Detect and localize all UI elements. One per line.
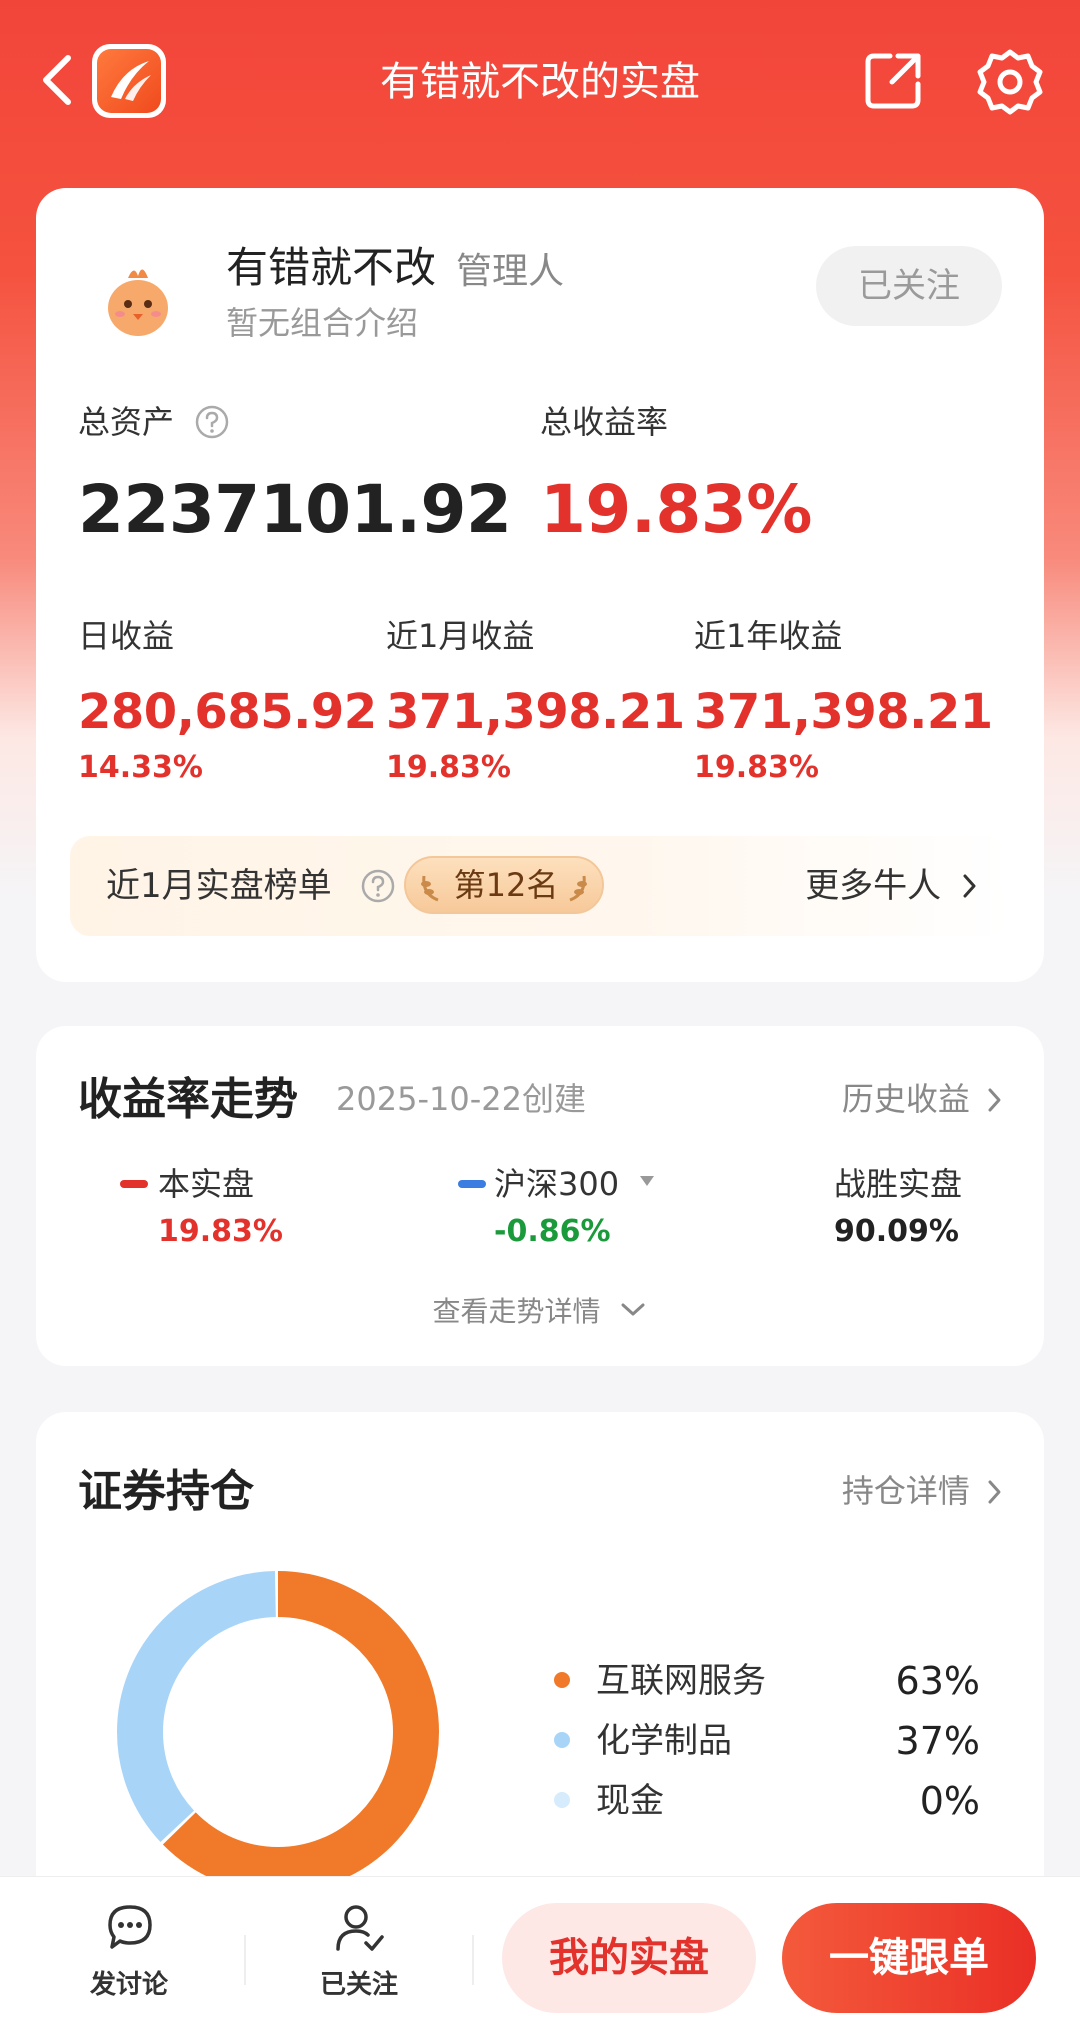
- allocation-pct-chemical: 37%: [895, 1719, 980, 1763]
- share-icon[interactable]: [862, 50, 924, 112]
- manager-name[interactable]: 有错就不改: [226, 238, 436, 298]
- back-arrow-icon[interactable]: [38, 52, 78, 108]
- more-experts-link[interactable]: 更多牛人: [805, 864, 980, 908]
- more-experts-label: 更多牛人: [805, 866, 942, 906]
- benchmark-selector[interactable]: 沪深300: [494, 1162, 657, 1206]
- allocation-pct-internet: 63%: [895, 1659, 980, 1703]
- total-assets-label: 总资产: [78, 403, 175, 441]
- help-icon[interactable]: [360, 868, 396, 904]
- total-return-label: 总收益率: [540, 403, 669, 441]
- holdings-detail-link[interactable]: 持仓详情: [842, 1466, 1004, 1516]
- holdings-title: 证券持仓: [78, 1466, 254, 1517]
- copy-trade-button[interactable]: 一键跟单: [782, 1903, 1036, 2013]
- year-return-value: 371,398.21: [694, 684, 993, 740]
- followed-button[interactable]: 已关注: [284, 1903, 434, 2013]
- followed-label: 已关注: [319, 1970, 398, 2000]
- chevron-right-icon: [988, 1088, 1001, 1112]
- allocation-donut-chart[interactable]: [108, 1562, 448, 1902]
- total-assets-value: 2237101.92: [78, 471, 512, 548]
- bottom-action-bar: 发讨论 已关注 我的实盘 一键跟单: [0, 1876, 1080, 2040]
- series-marker-portfolio: [120, 1180, 148, 1188]
- chevron-right-icon: [963, 874, 976, 898]
- year-return-label: 近1年收益: [694, 617, 843, 655]
- avatar[interactable]: [86, 248, 190, 352]
- series-label-portfolio: 本实盘: [158, 1165, 255, 1203]
- divider: [472, 1935, 474, 1985]
- laurel-right-icon: [569, 875, 587, 902]
- holdings-detail-label: 持仓详情: [841, 1472, 970, 1510]
- total-return-value: 19.83%: [540, 471, 812, 548]
- beat-label: 战胜实盘: [834, 1165, 963, 1203]
- manager-role: 管理人: [456, 251, 565, 292]
- year-return-pct: 19.83%: [694, 750, 819, 785]
- ranking-banner[interactable]: 近1月实盘榜单 第12名 更多牛人: [70, 836, 1010, 936]
- month-return-label: 近1月收益: [386, 617, 535, 655]
- portfolio-intro: 暂无组合介绍: [226, 304, 419, 342]
- beat-value: 90.09%: [834, 1214, 959, 1249]
- my-portfolio-button[interactable]: 我的实盘: [502, 1903, 756, 2013]
- series-label-benchmark: 沪深300: [494, 1165, 620, 1203]
- top-bar: 有错就不改的实盘: [0, 0, 1080, 170]
- allocation-dot-internet: [554, 1672, 570, 1688]
- gear-icon[interactable]: [976, 48, 1044, 116]
- chevron-down-icon: [621, 1303, 645, 1316]
- history-returns-link[interactable]: 历史收益: [842, 1074, 1004, 1124]
- user-check-icon: [336, 1905, 384, 1951]
- app-logo-icon[interactable]: [92, 44, 166, 118]
- ranking-title: 近1月实盘榜单: [106, 866, 332, 906]
- chat-bubble-icon: [108, 1905, 152, 1949]
- view-trend-details[interactable]: 查看走势详情: [36, 1290, 1044, 1334]
- follow-button[interactable]: 已关注: [816, 246, 1002, 326]
- daily-return-pct: 14.33%: [78, 750, 203, 785]
- daily-return-label: 日收益: [78, 617, 175, 655]
- return-trend-card: 收益率走势 2025-10-22创建 历史收益 本实盘 19.83% 沪深300…: [36, 1026, 1044, 1366]
- divider: [244, 1935, 246, 1985]
- series-value-benchmark: -0.86%: [494, 1214, 611, 1249]
- chevron-right-icon: [988, 1480, 1001, 1504]
- caret-down-icon: [640, 1176, 655, 1186]
- rank-badge: 第12名: [404, 856, 604, 914]
- month-return-value: 371,398.21: [386, 684, 685, 740]
- history-returns-label: 历史收益: [841, 1080, 970, 1118]
- view-trend-label: 查看走势详情: [432, 1295, 601, 1328]
- discuss-label: 发讨论: [89, 1970, 168, 2000]
- daily-return-value: 280,685.92: [78, 684, 377, 740]
- help-icon[interactable]: [194, 404, 230, 440]
- discuss-button[interactable]: 发讨论: [54, 1903, 204, 2013]
- series-marker-benchmark: [458, 1180, 486, 1188]
- allocation-dot-cash: [554, 1792, 570, 1808]
- series-value-portfolio: 19.83%: [158, 1214, 283, 1249]
- trend-title: 收益率走势: [78, 1074, 298, 1125]
- created-date: 2025-10-22创建: [336, 1080, 586, 1118]
- portfolio-summary-card: 有错就不改 管理人 暂无组合介绍 已关注 总资产 总收益率 2237101.92…: [36, 188, 1044, 982]
- allocation-name-chemical: 化学制品: [596, 1721, 732, 1761]
- allocation-dot-chemical: [554, 1732, 570, 1748]
- allocation-name-cash: 现金: [596, 1781, 664, 1821]
- allocation-pct-cash: 0%: [919, 1779, 980, 1823]
- allocation-name-internet: 互联网服务: [596, 1661, 766, 1701]
- month-return-pct: 19.83%: [386, 750, 511, 785]
